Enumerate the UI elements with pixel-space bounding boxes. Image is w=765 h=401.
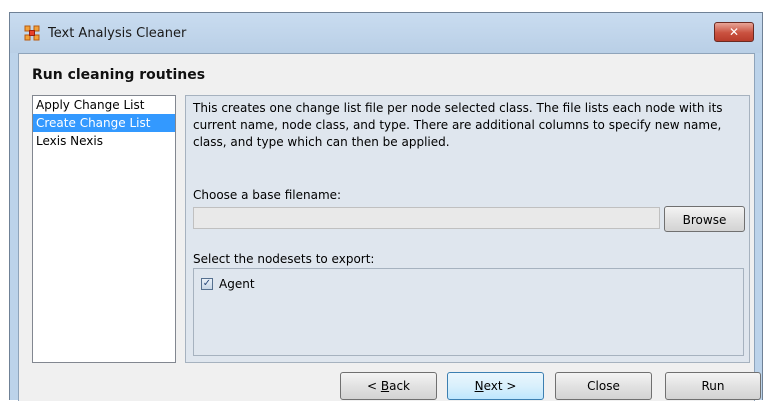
dialog-window: Text Analysis Cleaner ✕ Run cleaning rou… [9, 12, 763, 401]
dialog-content: Run cleaning routines Apply Change List … [18, 53, 761, 401]
close-window-button[interactable]: ✕ [714, 22, 754, 42]
nodesets-label: Select the nodesets to export: [193, 252, 375, 266]
close-icon: ✕ [728, 25, 740, 39]
routine-options-panel: This creates one change list file per no… [185, 95, 750, 363]
nodeset-agent-row[interactable]: ✓ Agent [201, 277, 255, 291]
network-nodes-icon [24, 25, 40, 41]
list-item-lexis-nexis[interactable]: Lexis Nexis [33, 132, 175, 150]
list-item-create-change-list[interactable]: Create Change List [33, 114, 175, 132]
next-button[interactable]: Next > [447, 372, 544, 400]
base-filename-label: Choose a base filename: [193, 188, 342, 202]
back-label-mnemonic: B [380, 379, 390, 393]
agent-checkbox[interactable]: ✓ [201, 278, 213, 290]
browse-button[interactable]: Browse [664, 206, 745, 232]
back-button[interactable]: < Back [340, 372, 437, 400]
close-button-label: Close [587, 379, 620, 393]
nodeset-agent-label: Agent [219, 277, 255, 291]
back-label-post: ack [389, 379, 410, 393]
page-title: Run cleaning routines [32, 67, 206, 83]
base-filename-input[interactable] [193, 207, 660, 229]
browse-button-label: Browse [682, 213, 727, 227]
next-label-post: ext > [483, 379, 517, 393]
window-title: Text Analysis Cleaner [48, 26, 187, 41]
run-button-label: Run [701, 379, 725, 393]
back-label-pre: < [366, 379, 381, 393]
routine-list[interactable]: Apply Change List Create Change List Lex… [32, 95, 176, 363]
title-bar[interactable]: Text Analysis Cleaner ✕ [10, 13, 762, 53]
run-button[interactable]: Run [665, 372, 761, 400]
close-button[interactable]: Close [555, 372, 652, 400]
next-label-mnemonic: N [474, 379, 484, 393]
routine-description: This creates one change list file per no… [193, 101, 723, 149]
list-item-apply-change-list[interactable]: Apply Change List [33, 96, 175, 114]
nodeset-list: ✓ Agent [193, 268, 744, 356]
